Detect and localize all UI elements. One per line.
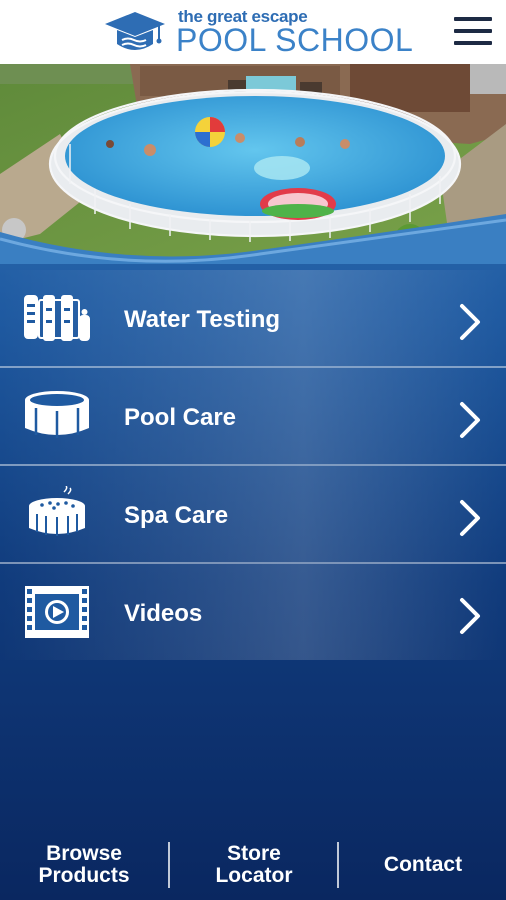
menu-item-pool-care[interactable]: Pool Care	[0, 368, 506, 466]
browse-products-label: Browse Products	[38, 842, 130, 887]
test-kit-icon	[24, 295, 90, 341]
video-play-icon	[25, 586, 89, 638]
menu-item-label: Spa Care	[124, 502, 229, 529]
chevron-right-icon	[460, 304, 480, 340]
hot-tub-icon	[29, 486, 85, 536]
menu-item-label: Pool Care	[124, 404, 237, 431]
menu-item-label: Videos	[124, 600, 203, 627]
chevron-right-icon	[460, 598, 480, 634]
hamburger-menu-icon[interactable]	[450, 13, 494, 49]
graduation-cap-icon	[105, 12, 165, 50]
chevron-right-icon	[460, 402, 480, 438]
footer-nav: Browse Products Store Locator Contact	[0, 830, 506, 900]
menu-item-videos[interactable]: Videos	[0, 564, 506, 662]
contact-label: Contact	[383, 853, 463, 876]
app-header: the great escape POOL SCHOOL	[0, 0, 506, 64]
hero-image	[0, 64, 506, 264]
menu-item-spa-care[interactable]: Spa Care	[0, 466, 506, 564]
menu-item-water-testing[interactable]: Water Testing	[0, 270, 506, 368]
store-locator-label: Store Locator	[215, 842, 293, 887]
contact-button[interactable]: Contact	[339, 830, 506, 900]
chevron-right-icon	[460, 500, 480, 536]
browse-products-button[interactable]: Browse Products	[0, 830, 168, 900]
store-locator-button[interactable]: Store Locator	[170, 830, 338, 900]
pool-school-logo: the great escape POOL SCHOOL	[104, 6, 414, 58]
menu-item-label: Water Testing	[124, 306, 281, 333]
main-menu: Water Testing Pool Care Spa Care Videos	[0, 270, 506, 662]
pool-icon	[25, 391, 89, 438]
logo-title: POOL SCHOOL	[176, 22, 414, 58]
